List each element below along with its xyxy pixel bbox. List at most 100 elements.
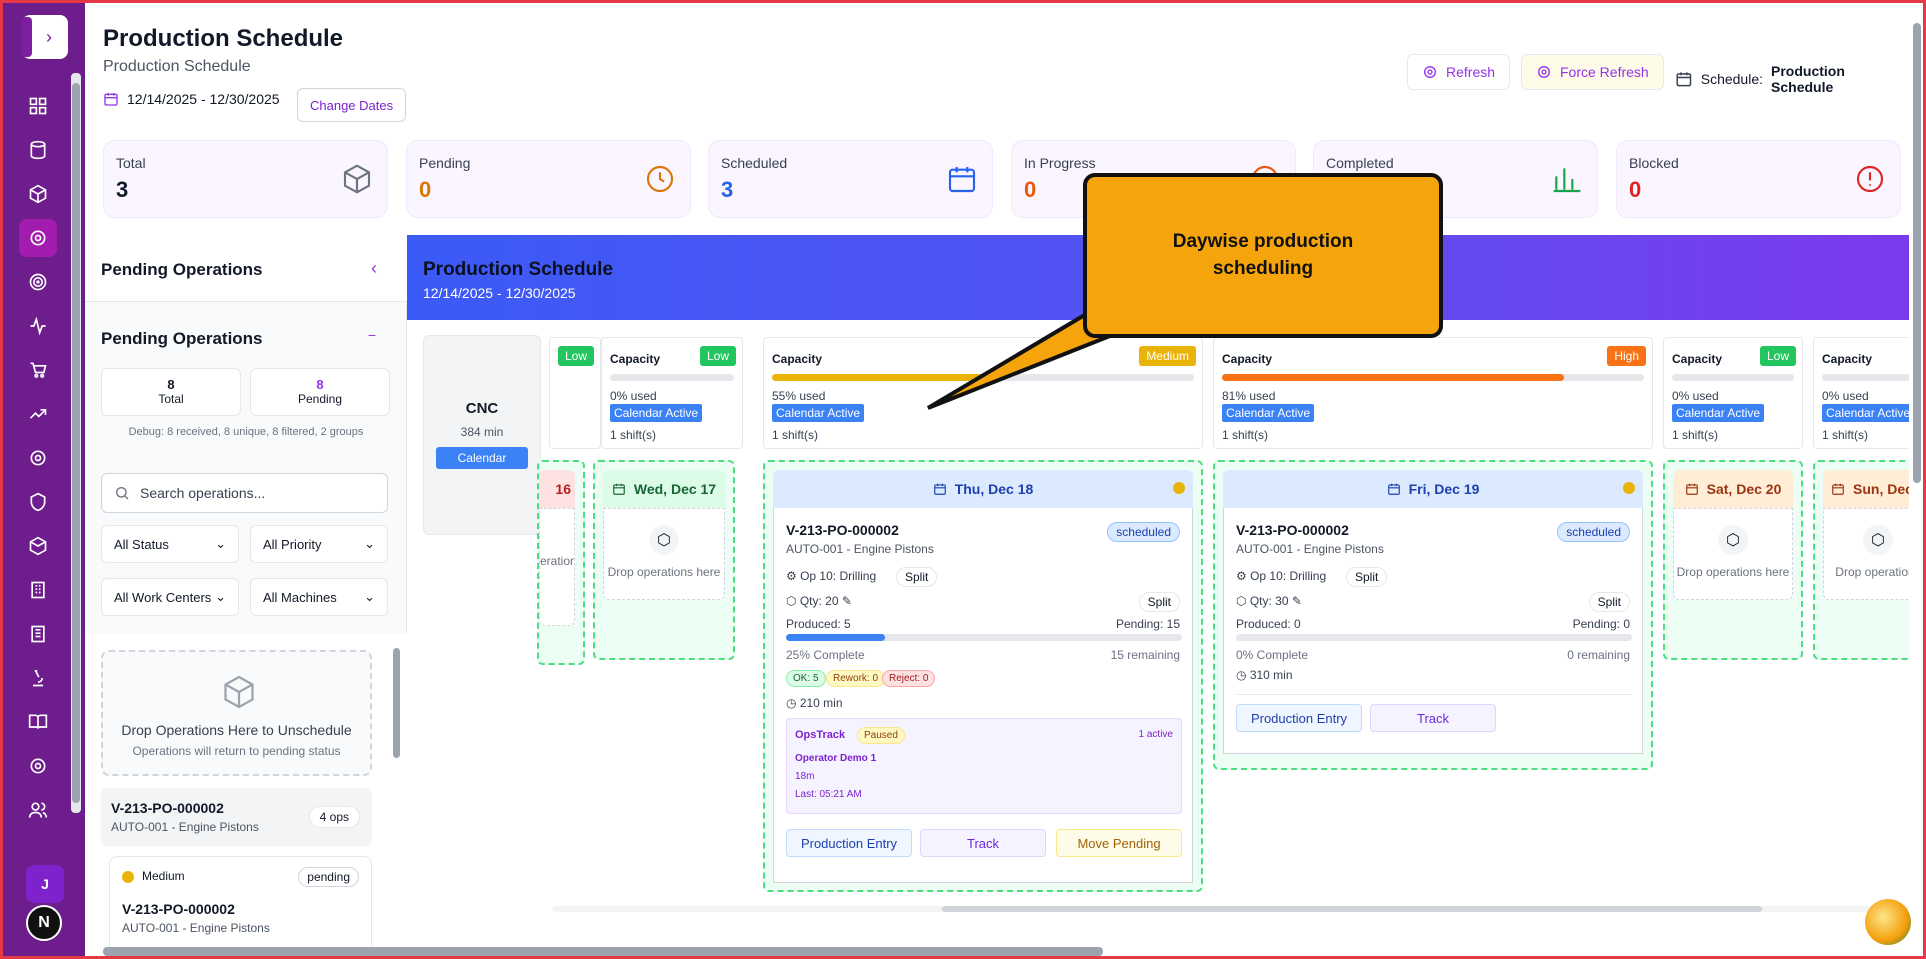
- capacity-bar: [610, 374, 734, 381]
- priority-filter[interactable]: All Priority ⌄: [250, 525, 388, 563]
- day-column-16[interactable]: 16 erations: [537, 460, 585, 665]
- order-group[interactable]: V-213-PO-000002 AUTO-001 - Engine Piston…: [101, 788, 372, 846]
- calendar-button[interactable]: Calendar: [436, 447, 528, 469]
- total-count-card: 8 Total: [101, 368, 241, 416]
- progress-bar: [786, 634, 1182, 641]
- board-hscroll[interactable]: [552, 906, 1909, 912]
- capacity-card: Low: [549, 337, 601, 449]
- status-badge: scheduled: [1557, 522, 1630, 542]
- page-hscrollbar[interactable]: [103, 947, 1103, 956]
- day-header: Sun, Dec: [1823, 470, 1909, 508]
- capacity-card: Capacity Low 0% used Calendar Active 1 shift…: [601, 337, 743, 449]
- chevron-down-icon: ⌄: [215, 589, 226, 604]
- database-icon[interactable]: [23, 135, 53, 165]
- book-icon[interactable]: [23, 707, 53, 737]
- building-icon[interactable]: [23, 575, 53, 605]
- capacity-card: Capacity Low 0% used Calendar Active 1 shift…: [1663, 337, 1803, 449]
- target-icon[interactable]: [23, 267, 53, 297]
- day-column-dec-20[interactable]: Sat, Dec 20 ⬡ Drop operations here: [1663, 460, 1803, 660]
- clock-icon: [646, 165, 674, 193]
- users-icon[interactable]: [23, 795, 53, 825]
- shield-icon[interactable]: [23, 487, 53, 517]
- split-button[interactable]: Split: [1138, 592, 1180, 612]
- track-button[interactable]: Track: [1370, 704, 1496, 732]
- search-icon: [116, 487, 129, 500]
- calendar-icon: [1676, 72, 1692, 87]
- calendar-icon: [1685, 483, 1698, 495]
- box-icon: [343, 164, 371, 194]
- work-center-filter[interactable]: All Work Centers ⌄: [101, 578, 239, 616]
- scheduled-job-card[interactable]: V-213-PO-000002 AUTO-001 - Engine Piston…: [773, 508, 1193, 883]
- minimize-icon[interactable]: −: [368, 327, 376, 343]
- day-column-dec-19[interactable]: Fri, Dec 19 V-213-PO-000002 AUTO-001 - E…: [1213, 460, 1653, 770]
- calendar-active-badge: Calendar Active: [610, 404, 703, 422]
- office-icon[interactable]: [23, 619, 53, 649]
- pending-list-scrollbar[interactable]: [391, 634, 401, 954]
- stat-value: 0: [1629, 177, 1642, 202]
- move-pending-button[interactable]: Move Pending: [1056, 829, 1182, 857]
- cog-icon[interactable]: [23, 751, 53, 781]
- box-icon[interactable]: [23, 179, 53, 209]
- refresh-button[interactable]: Refresh: [1407, 54, 1511, 90]
- qty-label: ⬡ Qty: 20 ✎: [786, 594, 852, 608]
- collapse-panel-icon[interactable]: ‹: [371, 258, 377, 279]
- change-dates-button[interactable]: Change Dates: [297, 88, 407, 122]
- production-entry-button[interactable]: Production Entry: [1236, 704, 1362, 732]
- sidebar-scrollbar[interactable]: [71, 73, 81, 813]
- unschedule-drop-zone[interactable]: Drop Operations Here to Unschedule Opera…: [101, 650, 372, 776]
- status-filter[interactable]: All Status ⌄: [101, 525, 239, 563]
- day-column-dec-18[interactable]: Thu, Dec 18 V-213-PO-000002 AUTO-001 - E…: [763, 460, 1203, 892]
- gear-icon[interactable]: [23, 443, 53, 473]
- stat-card-blocked: Blocked 0: [1616, 140, 1901, 218]
- capacity-bar: [1222, 374, 1644, 381]
- pending-operations-panel: Pending Operations ‹ Pending Operations −…: [85, 234, 407, 948]
- stat-label: Pending: [419, 155, 471, 171]
- settings-gear-icon[interactable]: [19, 219, 57, 257]
- track-button[interactable]: Track: [920, 829, 1046, 857]
- schedule-label: Schedule: Production Schedule: [1675, 63, 1909, 95]
- stat-card-pending: Pending 0: [406, 140, 691, 218]
- scheduled-job-card[interactable]: V-213-PO-000002 AUTO-001 - Engine Piston…: [1223, 508, 1643, 754]
- page-vscrollbar[interactable]: [1913, 23, 1921, 483]
- stat-label: In Progress: [1024, 155, 1096, 171]
- user-avatar[interactable]: J: [26, 865, 64, 903]
- cart-icon[interactable]: [23, 355, 53, 385]
- progress-bar: [1236, 634, 1632, 641]
- machine-filter[interactable]: All Machines ⌄: [250, 578, 388, 616]
- sidebar-rail: › J N: [3, 3, 85, 956]
- production-entry-button[interactable]: Production Entry: [786, 829, 912, 857]
- search-input[interactable]: Search operations...: [101, 473, 388, 513]
- operation-label: ⚙ Op 10: Drilling: [1236, 569, 1327, 583]
- rework-badge: Rework: 0: [826, 670, 886, 687]
- page-subtitle: Production Schedule: [103, 58, 251, 75]
- assistant-globe-icon[interactable]: [1865, 899, 1911, 945]
- status-dot: [1173, 482, 1185, 494]
- day-column-dec-21[interactable]: Sun, Dec ⬡Drop operations: [1813, 460, 1909, 660]
- split-chip[interactable]: Split: [896, 567, 938, 587]
- trending-up-icon[interactable]: [23, 399, 53, 429]
- qty-label: ⬡ Qty: 30 ✎: [1236, 594, 1302, 608]
- force-refresh-button[interactable]: Force Refresh: [1521, 54, 1664, 90]
- day-header: Fri, Dec 19: [1223, 470, 1643, 508]
- notification-badge[interactable]: N: [26, 905, 62, 941]
- calendar-icon: [1387, 483, 1400, 495]
- package-icon[interactable]: [23, 531, 53, 561]
- day-header: Wed, Dec 17: [603, 470, 725, 508]
- stat-value: 0: [1024, 177, 1037, 202]
- day-header: Thu, Dec 18: [773, 470, 1193, 508]
- panel-title: Pending Operations: [101, 260, 263, 279]
- schedule-name: Production Schedule: [1771, 63, 1845, 95]
- calendar-active-badge: Calendar Active: [1822, 404, 1909, 422]
- calendar-icon: [948, 167, 976, 193]
- sidebar-toggle-button[interactable]: ›: [22, 15, 68, 59]
- pending-operation-card[interactable]: Medium pending V-213-PO-000002 AUTO-001 …: [109, 856, 372, 948]
- microscope-icon[interactable]: [23, 663, 53, 693]
- dashboard-icon[interactable]: [23, 91, 53, 121]
- stat-value: 3: [116, 177, 129, 202]
- split-chip[interactable]: Split: [1346, 567, 1388, 587]
- split-button[interactable]: Split: [1588, 592, 1630, 612]
- chevron-down-icon: ⌄: [364, 589, 375, 604]
- refresh-label: Refresh: [1446, 64, 1496, 80]
- activity-icon[interactable]: [23, 311, 53, 341]
- day-column-dec-17[interactable]: Wed, Dec 17 ⬡ Drop operations here: [593, 460, 735, 660]
